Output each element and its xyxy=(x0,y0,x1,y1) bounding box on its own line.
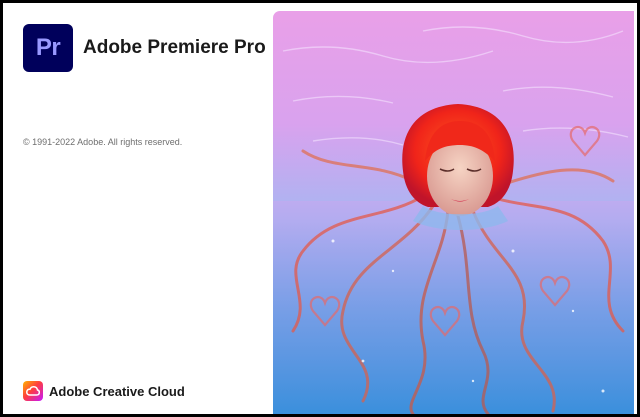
creative-cloud-brand: Adobe Creative Cloud xyxy=(49,384,185,399)
app-title: Adobe Premiere Pro xyxy=(83,37,266,58)
copyright-notice: © 1991-2022 Adobe. All rights reserved. xyxy=(23,137,183,147)
app-logo-text: Pr xyxy=(35,34,61,61)
splash-screen: Pr Adobe Premiere Pro © 1991-2022 Adobe.… xyxy=(3,3,637,414)
premiere-pro-logo-icon: Pr xyxy=(23,24,73,72)
splash-artwork xyxy=(273,11,634,414)
creative-cloud-icon xyxy=(23,381,43,401)
